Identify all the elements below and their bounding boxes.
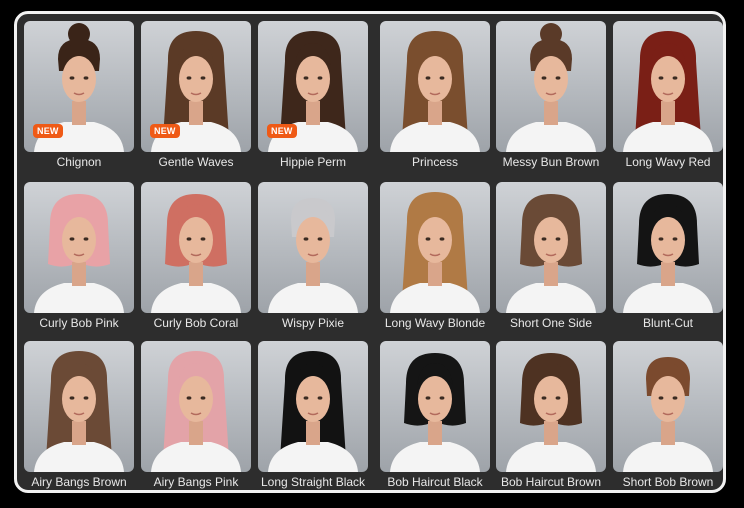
- new-badge: NEW: [33, 124, 63, 138]
- portrait-image: [623, 194, 713, 313]
- hairstyle-card[interactable]: Long Wavy Red: [613, 21, 723, 173]
- portrait-image: [268, 351, 358, 472]
- portrait-image: [34, 351, 124, 472]
- portrait-image: [390, 353, 480, 472]
- portrait-image: [151, 194, 241, 313]
- portrait-image: [34, 194, 124, 313]
- hairstyle-card[interactable]: NEW Gentle Waves: [141, 21, 251, 173]
- hairstyle-panel: NEW Chignon NEW Gentle Waves NEW Hippie Perm P…: [14, 11, 726, 493]
- hairstyle-thumbnail: [24, 341, 134, 472]
- hairstyle-thumbnail: [24, 182, 134, 313]
- hairstyle-card[interactable]: Curly Bob Pink: [24, 182, 134, 334]
- hairstyle-thumbnail: [496, 341, 606, 472]
- portrait-image: [390, 192, 480, 313]
- hairstyle-card[interactable]: Bob Haircut Black: [380, 341, 490, 490]
- portrait-image: [151, 351, 241, 472]
- hairstyle-card[interactable]: Curly Bob Coral: [141, 182, 251, 334]
- hairstyle-label: Bob Haircut Brown: [500, 475, 602, 489]
- hairstyle-thumbnail: [141, 341, 251, 472]
- hairstyle-thumbnail: [380, 341, 490, 472]
- hairstyle-label: Long Straight Black: [260, 475, 366, 489]
- hairstyle-card[interactable]: NEW Chignon: [24, 21, 134, 173]
- portrait-image: [268, 198, 358, 313]
- hairstyle-card[interactable]: NEW Hippie Perm: [258, 21, 368, 173]
- new-badge: NEW: [150, 124, 180, 138]
- hairstyle-card[interactable]: Long Wavy Blonde: [380, 182, 490, 334]
- hairstyle-thumbnail: NEW: [24, 21, 134, 152]
- hairstyle-thumbnail: [380, 182, 490, 313]
- portrait-image: [506, 194, 596, 313]
- hairstyle-thumbnail: [613, 182, 723, 313]
- hairstyle-card[interactable]: Airy Bangs Brown: [24, 341, 134, 490]
- hairstyle-card[interactable]: Messy Bun Brown: [496, 21, 606, 173]
- hairstyle-thumbnail: NEW: [258, 21, 368, 152]
- hairstyle-label: Gentle Waves: [158, 155, 234, 169]
- hairstyle-label: Wispy Pixie: [281, 316, 344, 330]
- hairstyle-label: Hippie Perm: [279, 155, 347, 169]
- new-badge: NEW: [267, 124, 297, 138]
- hairstyle-label: Short Bob Brown: [622, 475, 714, 489]
- hairstyle-thumbnail: [380, 21, 490, 152]
- hairstyle-thumbnail: NEW: [141, 21, 251, 152]
- hairstyle-thumbnail: [258, 341, 368, 472]
- hairstyle-card[interactable]: Short Bob Brown: [613, 341, 723, 490]
- hairstyle-thumbnail: [613, 21, 723, 152]
- hairstyle-card[interactable]: Blunt-Cut: [613, 182, 723, 334]
- hairstyle-card[interactable]: Airy Bangs Pink: [141, 341, 251, 490]
- hairstyle-label: Airy Bangs Brown: [31, 475, 127, 489]
- hairstyle-label: Long Wavy Blonde: [384, 316, 486, 330]
- hairstyle-card[interactable]: Short One Side: [496, 182, 606, 334]
- hairstyle-card[interactable]: Long Straight Black: [258, 341, 368, 490]
- hairstyle-label: Long Wavy Red: [625, 155, 711, 169]
- portrait-image: [506, 23, 596, 152]
- hairstyle-thumbnail: [613, 341, 723, 472]
- portrait-image: [506, 353, 596, 472]
- portrait-image: [623, 31, 713, 152]
- hairstyle-thumbnail: [496, 182, 606, 313]
- hairstyle-card[interactable]: Bob Haircut Brown: [496, 341, 606, 490]
- hairstyle-label: Messy Bun Brown: [502, 155, 600, 169]
- hairstyle-label: Chignon: [56, 155, 102, 169]
- hairstyle-label: Short One Side: [509, 316, 593, 330]
- hairstyle-thumbnail: [258, 182, 368, 313]
- portrait-image: [390, 31, 480, 152]
- hairstyle-thumbnail: [141, 182, 251, 313]
- hairstyle-label: Bob Haircut Black: [387, 475, 483, 489]
- hairstyle-label: Curly Bob Pink: [39, 316, 119, 330]
- hairstyle-card[interactable]: Princess: [380, 21, 490, 173]
- hairstyle-label: Blunt-Cut: [642, 316, 694, 330]
- hairstyle-label: Curly Bob Coral: [153, 316, 239, 330]
- hairstyle-card[interactable]: Wispy Pixie: [258, 182, 368, 334]
- hairstyle-label: Princess: [411, 155, 458, 169]
- portrait-image: [623, 357, 713, 472]
- hairstyle-thumbnail: [496, 21, 606, 152]
- hairstyle-label: Airy Bangs Pink: [153, 475, 239, 489]
